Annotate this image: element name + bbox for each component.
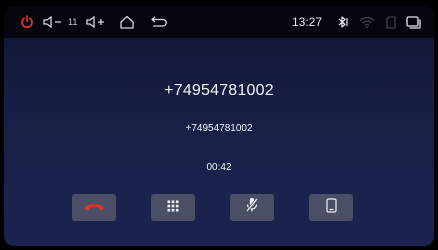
volume-up-icon[interactable] [85,6,107,38]
keypad-button[interactable] [151,194,195,221]
bluetooth-icon [332,6,354,38]
wifi-icon [354,6,380,38]
status-bar-left: 11 [16,6,173,38]
volume-down-icon[interactable] [42,6,64,38]
handset-button[interactable] [309,194,353,221]
status-bar-right: 13:27 [292,6,424,38]
power-icon[interactable] [16,6,38,38]
back-icon[interactable] [145,6,173,38]
dialpad-icon [167,199,179,217]
volume-level: 11 [68,17,78,27]
caller-number: +74954781002 [164,82,274,99]
call-screen: 11 13:27 +74954781002 +74954781002 00:42 [4,6,434,246]
caller-detail: +74954781002 [185,123,253,134]
phone-device-icon [325,197,337,218]
clock: 13:27 [291,15,322,29]
status-bar: 11 13:27 [4,6,434,38]
sd-card-icon [380,6,402,38]
phone-hangup-icon [83,199,105,217]
home-icon[interactable] [113,6,141,38]
call-duration: 00:42 [206,162,232,173]
recent-apps-icon[interactable] [402,6,424,38]
mute-button[interactable] [230,194,274,221]
mic-mute-icon [245,197,259,218]
hangup-button[interactable] [72,194,116,221]
